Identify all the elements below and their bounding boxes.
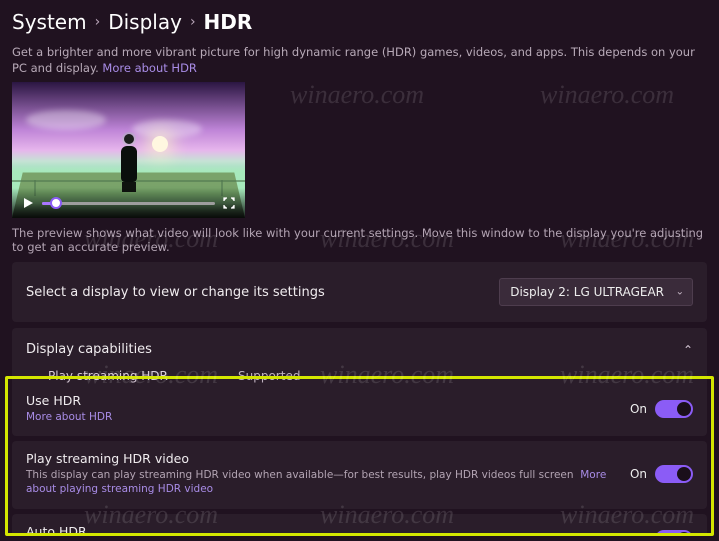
breadcrumb-display[interactable]: Display bbox=[108, 10, 182, 34]
page-title: HDR bbox=[204, 10, 253, 34]
chevron-up-icon: ⌃ bbox=[683, 343, 693, 357]
toggle-state-label: On bbox=[630, 402, 647, 416]
video-seek-slider[interactable] bbox=[42, 202, 215, 205]
play-icon[interactable] bbox=[22, 197, 34, 209]
fullscreen-icon[interactable] bbox=[223, 197, 235, 209]
preview-caption: The preview shows what video will look l… bbox=[12, 226, 707, 254]
chevron-down-icon: ⌄ bbox=[676, 287, 684, 298]
select-display-card: Select a display to view or change its s… bbox=[12, 262, 707, 322]
display-capabilities-header[interactable]: Display capabilities ⌃ bbox=[26, 342, 693, 357]
auto-hdr-setting: Auto HDR Get a brighter and more detaile… bbox=[12, 514, 707, 536]
highlighted-settings-group: Use HDR More about HDR On Play streaming… bbox=[5, 376, 714, 536]
more-about-hdr-link[interactable]: More about HDR bbox=[102, 61, 197, 75]
more-about-hdr-link[interactable]: More about HDR bbox=[26, 411, 112, 423]
display-dropdown-value: Display 2: LG ULTRAGEAR bbox=[510, 285, 664, 299]
play-streaming-hdr-setting: Play streaming HDR video This display ca… bbox=[12, 441, 707, 508]
video-controls bbox=[12, 188, 245, 218]
toggle-state-label: On bbox=[630, 532, 647, 536]
display-capabilities-title: Display capabilities bbox=[26, 342, 152, 357]
toggle-state-label: On bbox=[630, 467, 647, 481]
use-hdr-setting: Use HDR More about HDR On bbox=[12, 383, 707, 436]
breadcrumb: System › Display › HDR bbox=[12, 10, 707, 34]
breadcrumb-system[interactable]: System bbox=[12, 10, 87, 34]
display-dropdown[interactable]: Display 2: LG ULTRAGEAR ⌄ bbox=[499, 278, 693, 306]
video-preview[interactable] bbox=[12, 82, 245, 218]
setting-title: Use HDR bbox=[26, 393, 620, 408]
chevron-right-icon: › bbox=[190, 14, 196, 30]
chevron-right-icon: › bbox=[95, 14, 101, 30]
select-display-label: Select a display to view or change its s… bbox=[26, 285, 325, 300]
intro-text: Get a brighter and more vibrant picture … bbox=[12, 44, 707, 76]
setting-title: Play streaming HDR video bbox=[26, 451, 620, 466]
setting-description: This display can play streaming HDR vide… bbox=[26, 469, 574, 481]
auto-hdr-toggle[interactable] bbox=[655, 530, 693, 536]
setting-title: Auto HDR bbox=[26, 524, 620, 536]
video-preview-wrap: The preview shows what video will look l… bbox=[12, 82, 707, 254]
play-streaming-hdr-toggle[interactable] bbox=[655, 465, 693, 483]
use-hdr-toggle[interactable] bbox=[655, 400, 693, 418]
